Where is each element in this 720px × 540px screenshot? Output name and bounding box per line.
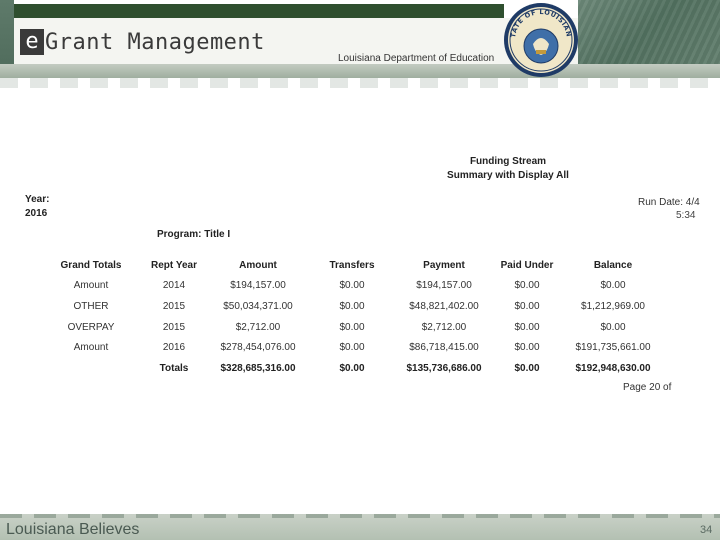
run-time: 5:34 xyxy=(676,210,696,221)
report-title-line1: Funding Stream xyxy=(469,156,547,167)
table-cell: $48,821,402.00 xyxy=(409,300,479,312)
totals-cell: $0.00 xyxy=(514,362,540,374)
table-cell: $2,712.00 xyxy=(421,321,467,333)
table-row: OVERPAY 2015 $2,712.00 $0.00 $2,712.00 $… xyxy=(48,317,658,338)
column-header: Transfers xyxy=(329,259,375,271)
column-header: Payment xyxy=(423,259,465,271)
egrant-logo: e Grant Management xyxy=(20,28,265,56)
table-cell: $50,034,371.00 xyxy=(223,300,293,312)
table-cell: $0.00 xyxy=(514,280,540,292)
table-cell: $0.00 xyxy=(339,280,365,292)
table-cell: OVERPAY xyxy=(67,321,115,333)
column-header: Balance xyxy=(593,259,633,271)
totals-cell xyxy=(48,358,134,379)
logo-e-mark: e xyxy=(20,29,44,55)
state-of-louisiana-seal-icon: STATE OF LOUISIANA xyxy=(503,2,578,77)
table-cell: $2,712.00 xyxy=(235,321,281,333)
table-cell: $0.00 xyxy=(514,321,540,333)
totals-row: Totals $328,685,316.00 $0.00 $135,736,68… xyxy=(48,358,658,379)
report-title-line2: Summary with Display All xyxy=(447,170,569,181)
slide-number: 34 xyxy=(700,524,713,536)
chalk-scribble-divider xyxy=(0,78,720,88)
year-label: Year: xyxy=(25,194,50,205)
table-cell: $0.00 xyxy=(600,280,626,292)
table-row: Amount 2016 $278,454,076.00 $0.00 $86,71… xyxy=(48,337,658,358)
table-header-row: Grand Totals Rept Year Amount Transfers … xyxy=(48,255,658,276)
table-cell: $191,735,661.00 xyxy=(575,342,651,354)
table-cell: 2015 xyxy=(162,321,186,333)
totals-cell: $0.00 xyxy=(339,362,365,374)
department-name: Louisiana Department of Education xyxy=(338,53,495,64)
table-cell: $0.00 xyxy=(339,342,365,354)
report-title: Funding Stream Summary with Display All xyxy=(420,155,596,183)
year-value: 2016 xyxy=(25,208,48,219)
column-header: Amount xyxy=(239,259,277,271)
table-cell: $194,157.00 xyxy=(230,280,286,292)
table-cell: 2016 xyxy=(162,342,186,354)
totals-cell: $192,948,630.00 xyxy=(575,362,651,374)
table-row: OTHER 2015 $50,034,371.00 $0.00 $48,821,… xyxy=(48,296,658,317)
header-green-bar xyxy=(14,4,504,18)
header-underbar xyxy=(0,64,720,78)
page-indicator: Page 20 of xyxy=(623,382,672,393)
program-label: Program: Title I xyxy=(157,229,231,240)
column-header: Rept Year xyxy=(151,259,197,271)
funding-summary-table: Grand Totals Rept Year Amount Transfers … xyxy=(48,255,658,379)
table-cell: $86,718,415.00 xyxy=(409,342,479,354)
table-cell: 2015 xyxy=(162,300,186,312)
column-header: Paid Under xyxy=(500,259,554,271)
table-cell: Amount xyxy=(73,280,109,292)
table-cell: $0.00 xyxy=(339,321,365,333)
table-cell: $1,212,969.00 xyxy=(581,300,645,312)
table-cell: Amount xyxy=(73,342,109,354)
table-cell: $0.00 xyxy=(514,300,540,312)
totals-cell: $135,736,686.00 xyxy=(406,362,482,374)
table-row: Amount 2014 $194,157.00 $0.00 $194,157.0… xyxy=(48,276,658,297)
table-cell: $0.00 xyxy=(514,342,540,354)
logo-wordmark: Grant Management xyxy=(45,29,265,55)
table-cell: $0.00 xyxy=(339,300,365,312)
table-cell: OTHER xyxy=(73,300,109,312)
table-cell: 2014 xyxy=(162,280,186,292)
table-cell: $194,157.00 xyxy=(416,280,472,292)
totals-label: Totals xyxy=(159,362,189,374)
totals-cell: $328,685,316.00 xyxy=(220,362,296,374)
table-cell: $0.00 xyxy=(600,321,626,333)
table-cell: $278,454,076.00 xyxy=(220,342,296,354)
footer-tagline: Louisiana Believes xyxy=(6,521,140,538)
column-header: Grand Totals xyxy=(60,259,122,271)
run-date: Run Date: 4/4 xyxy=(638,197,700,208)
slide-header: e Grant Management Louisiana Department … xyxy=(0,0,720,90)
